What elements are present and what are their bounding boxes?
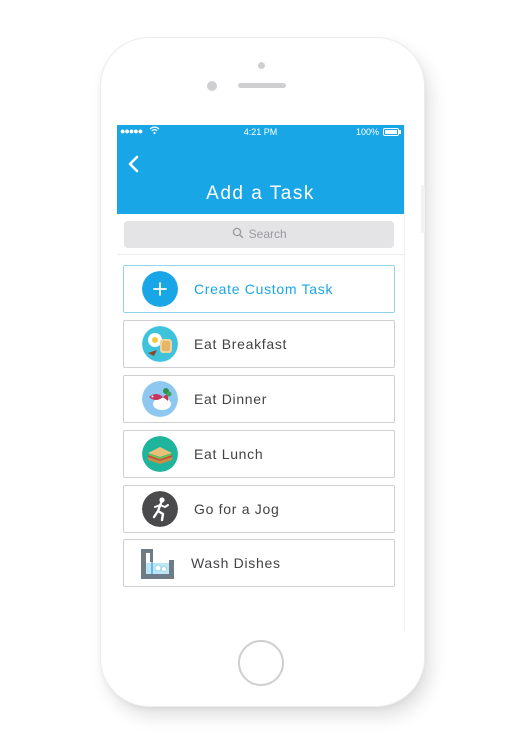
task-create-custom[interactable]: Create Custom Task [123,265,395,313]
sandwich-icon [142,436,178,472]
battery-tip [399,130,401,134]
search-icon [231,222,245,239]
task-label: Create Custom Task [194,281,334,297]
home-button[interactable] [238,640,284,686]
task-eat-lunch[interactable]: Eat Lunch [123,430,395,478]
phone-speaker [238,83,286,88]
battery-icon [383,128,399,136]
phone-camera [207,81,217,91]
task-label: Eat Breakfast [194,336,288,352]
task-eat-breakfast[interactable]: Eat Breakfast [123,320,395,368]
task-label: Go for a Jog [194,501,280,517]
nav-bar: Add a Task [117,140,404,214]
battery-percent: 100% [355,127,379,137]
search-area: Search [117,214,404,254]
back-chevron-icon[interactable] [127,154,147,174]
sink-icon [139,546,175,582]
plus-icon [142,271,178,307]
list-divider [117,254,404,255]
phone-sensor [258,62,265,69]
task-label: Wash Dishes [191,555,281,571]
page-title: Add a Task [206,183,315,204]
phone-side-button [421,185,425,233]
task-label: Eat Dinner [194,391,268,407]
task-wash-dishes[interactable]: Wash Dishes [123,539,395,587]
breakfast-icon [142,326,178,362]
search-input[interactable]: Search [124,221,394,248]
status-bar: ●●●●● 4:21 PM 100% [117,125,404,140]
app-screen: ●●●●● 4:21 PM 100% Add a Task Search Cre… [117,125,405,631]
jogger-icon [142,491,178,527]
search-placeholder: Search [248,227,287,241]
task-eat-dinner[interactable]: Eat Dinner [123,375,395,423]
task-label: Eat Lunch [194,446,264,462]
task-go-for-a-jog[interactable]: Go for a Jog [123,485,395,533]
dinner-icon [142,381,178,417]
